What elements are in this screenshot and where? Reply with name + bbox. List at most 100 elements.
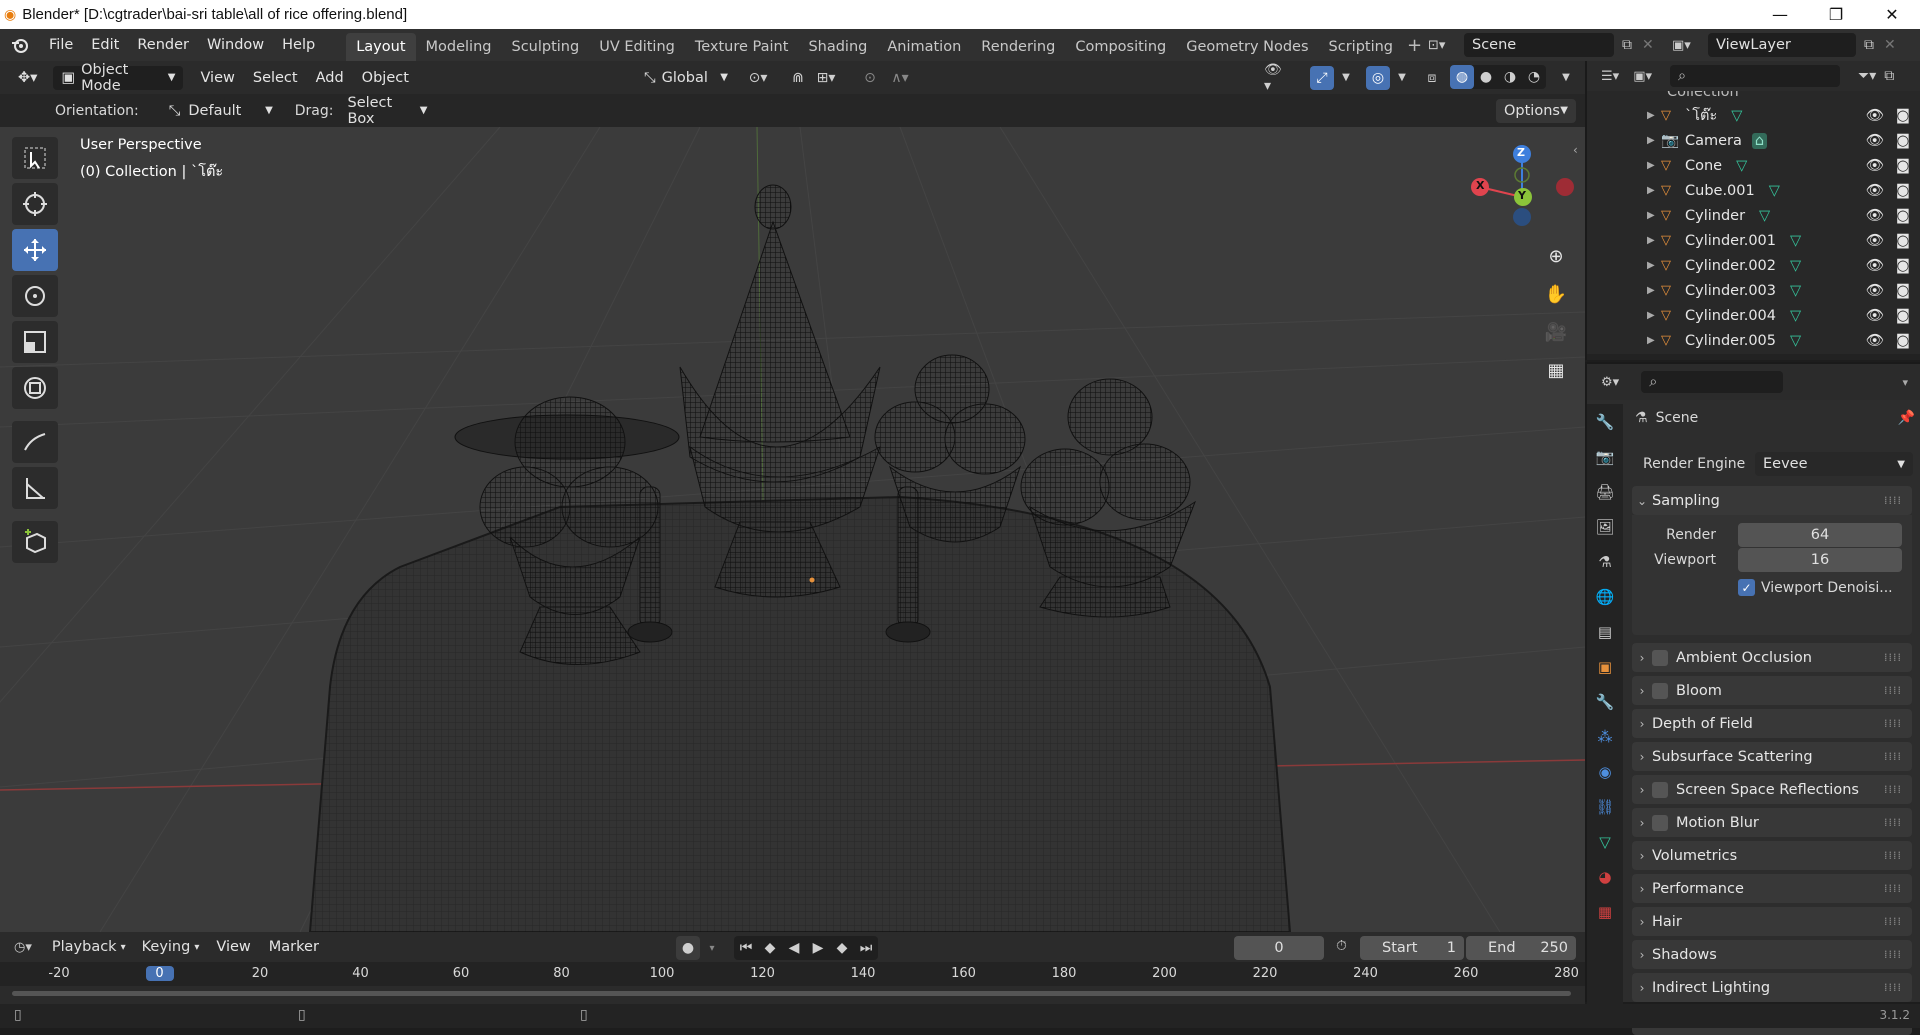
expand-arrow-icon[interactable]: ▶ [1647,110,1661,121]
rotate-tool[interactable] [12,275,58,317]
collapse-sidebar-icon[interactable]: ‹ [1573,143,1578,157]
outliner-item[interactable]: ▶ ▽ Cylinder.001 ▽ 👁 ◙ [1587,228,1920,253]
gizmo-toggle-icon[interactable]: ⤢ [1310,65,1334,90]
eye-icon[interactable]: 👁 [1866,132,1884,149]
editor-type-icon[interactable]: ✥▾ [10,66,45,90]
drag-grip-icon[interactable]: ⁞⁞⁞⁞ [1884,651,1902,664]
ortho-grid-icon[interactable]: ▦ [1539,353,1573,387]
render-engine-dropdown[interactable]: Eevee ▼ [1755,452,1913,476]
menu-view[interactable]: View [191,62,243,94]
outliner-item[interactable]: ▶ ▽ Cone ▽ 👁 ◙ [1587,153,1920,178]
panel-hair[interactable]: › Hair ⁞⁞⁞⁞ [1632,907,1912,936]
remove-scene-icon[interactable]: ✕ [1642,37,1654,53]
eye-icon[interactable]: 👁 [1866,282,1884,299]
end-frame-field[interactable]: End 250 [1466,936,1576,960]
outliner-item[interactable]: ▶ ▽ Cube.001 ▽ 👁 ◙ [1587,178,1920,203]
outliner-item[interactable]: ▶ ▽ `โต๊ะ ▽ 👁 ◙ [1587,103,1920,128]
keying-set-icon[interactable]: ▾ [700,936,724,960]
render-camera-icon[interactable]: ◙ [1896,208,1910,224]
snap-target-icon[interactable]: ⊞▾ [814,66,838,90]
scene-selector-icon[interactable]: ⊡▾ [1428,38,1464,53]
tab-compositing[interactable]: Compositing [1065,33,1176,61]
overlay-toggle-icon[interactable]: ◎ [1366,65,1390,90]
new-viewlayer-icon[interactable]: ⧉ [1864,37,1874,53]
pivot-point-icon[interactable]: ⊙▾ [746,66,770,90]
remove-viewlayer-icon[interactable]: ✕ [1884,37,1896,53]
eye-icon[interactable]: 👁 [1866,182,1884,199]
tab-animation[interactable]: Animation [877,33,971,61]
menu-object[interactable]: Object [353,62,418,94]
render-camera-icon[interactable]: ◙ [1896,133,1910,149]
play-reverse-icon[interactable]: ◀ [782,936,806,960]
panel-screen-space-reflections[interactable]: › Screen Space Reflections ⁞⁞⁞⁞ [1632,775,1912,804]
constraints-tab[interactable]: ⛓ [1587,789,1623,824]
render-camera-icon[interactable]: ◙ [1896,283,1910,299]
options-dropdown[interactable]: Options ▼ [1496,98,1576,123]
solid-shading-icon[interactable]: ● [1474,65,1498,89]
close-button[interactable]: ✕ [1864,0,1920,29]
keying-menu[interactable]: Keying ▾ [134,935,208,959]
new-collection-icon[interactable]: ⧉ [1884,68,1894,84]
texture-tab[interactable]: ▦ [1587,894,1623,929]
view-layer-tab[interactable]: 🖼 [1587,509,1623,544]
pin-icon[interactable]: 📌 [1898,410,1915,426]
outliner-search-input[interactable]: ⌕ [1670,65,1840,87]
stopwatch-icon[interactable]: ⏱ [1336,938,1347,954]
panel-motion-blur[interactable]: › Motion Blur ⁞⁞⁞⁞ [1632,808,1912,837]
tab-shading[interactable]: Shading [798,33,877,61]
cursor-tool[interactable] [12,183,58,225]
eye-icon[interactable]: 👁 [1866,107,1884,124]
panel-checkbox[interactable] [1652,682,1668,699]
annotate-tool[interactable] [12,421,58,463]
snap-icon[interactable]: ⋒ [786,66,810,90]
scene-tab[interactable]: ⚗ [1587,544,1623,579]
blender-menu-icon[interactable] [0,35,40,55]
playback-menu[interactable]: Playback ▾ [44,935,134,959]
eye-icon[interactable]: 👁 [1866,207,1884,224]
3d-viewport[interactable]: User Perspective (0) Collection | `โต๊ะ … [0,127,1585,932]
tab-uv-editing[interactable]: UV Editing [589,33,685,61]
select-box-tool[interactable] [12,137,58,179]
render-tab[interactable]: 📷 [1587,439,1623,474]
visibility-icon[interactable]: 👁▾ [1264,62,1288,94]
new-scene-icon[interactable]: ⧉ [1622,37,1632,53]
render-camera-icon[interactable]: ◙ [1896,108,1910,124]
outliner-editor-type-icon[interactable]: ☰▾ [1601,69,1619,84]
render-samples-field[interactable]: 64 [1738,523,1902,547]
data-tab[interactable]: ▽ [1587,824,1623,859]
tab-scripting[interactable]: Scripting [1319,33,1403,61]
gizmo-menu-icon[interactable]: ▼ [1334,66,1358,90]
scene-field[interactable]: Scene [1464,33,1614,57]
render-camera-icon[interactable]: ◙ [1896,333,1910,349]
outliner-item[interactable]: ▶ ▽ Cylinder.005 ▽ 👁 ◙ [1587,328,1920,353]
render-camera-icon[interactable]: ◙ [1896,183,1910,199]
panel-bloom[interactable]: › Bloom ⁞⁞⁞⁞ [1632,676,1912,705]
add-workspace-icon[interactable]: + [1407,35,1422,56]
menu-render[interactable]: Render [128,29,198,61]
overlay-menu-icon[interactable]: ▼ [1390,66,1414,90]
timeline-editor-type-icon[interactable]: ◷▾ [14,940,32,955]
tab-texture-paint[interactable]: Texture Paint [685,33,799,61]
tab-sculpting[interactable]: Sculpting [501,33,589,61]
current-frame-field[interactable]: 0 [1234,936,1324,960]
camera-view-icon[interactable]: 🎥 [1539,315,1573,349]
eye-icon[interactable]: 👁 [1866,232,1884,249]
render-camera-icon[interactable]: ◙ [1896,258,1910,274]
expand-arrow-icon[interactable]: ▶ [1647,310,1661,321]
viewlayer-field[interactable]: ViewLayer [1708,33,1856,57]
play-icon[interactable]: ▶ [806,936,830,960]
navigation-gizmo[interactable]: Z X Y [1470,137,1580,247]
viewport-samples-field[interactable]: 16 [1738,548,1902,572]
panel-indirect-lighting[interactable]: › Indirect Lighting ⁞⁞⁞⁞ [1632,973,1912,1002]
drag-grip-icon[interactable]: ⁞⁞⁞⁞ [1884,717,1902,730]
start-frame-field[interactable]: Start 1 [1360,936,1464,960]
expand-arrow-icon[interactable]: ▶ [1647,235,1661,246]
maximize-button[interactable]: ❐ [1808,0,1864,29]
add-cube-tool[interactable] [12,521,58,563]
jump-end-icon[interactable]: ⏭ [854,936,878,960]
panel-volumetrics[interactable]: › Volumetrics ⁞⁞⁞⁞ [1632,841,1912,870]
falloff-icon[interactable]: ∧▾ [888,66,912,90]
drag-grip-icon[interactable]: ⁞⁞⁞⁞ [1884,981,1902,994]
expand-arrow-icon[interactable]: ▶ [1647,185,1661,196]
timeline-view-menu[interactable]: View [207,931,259,963]
